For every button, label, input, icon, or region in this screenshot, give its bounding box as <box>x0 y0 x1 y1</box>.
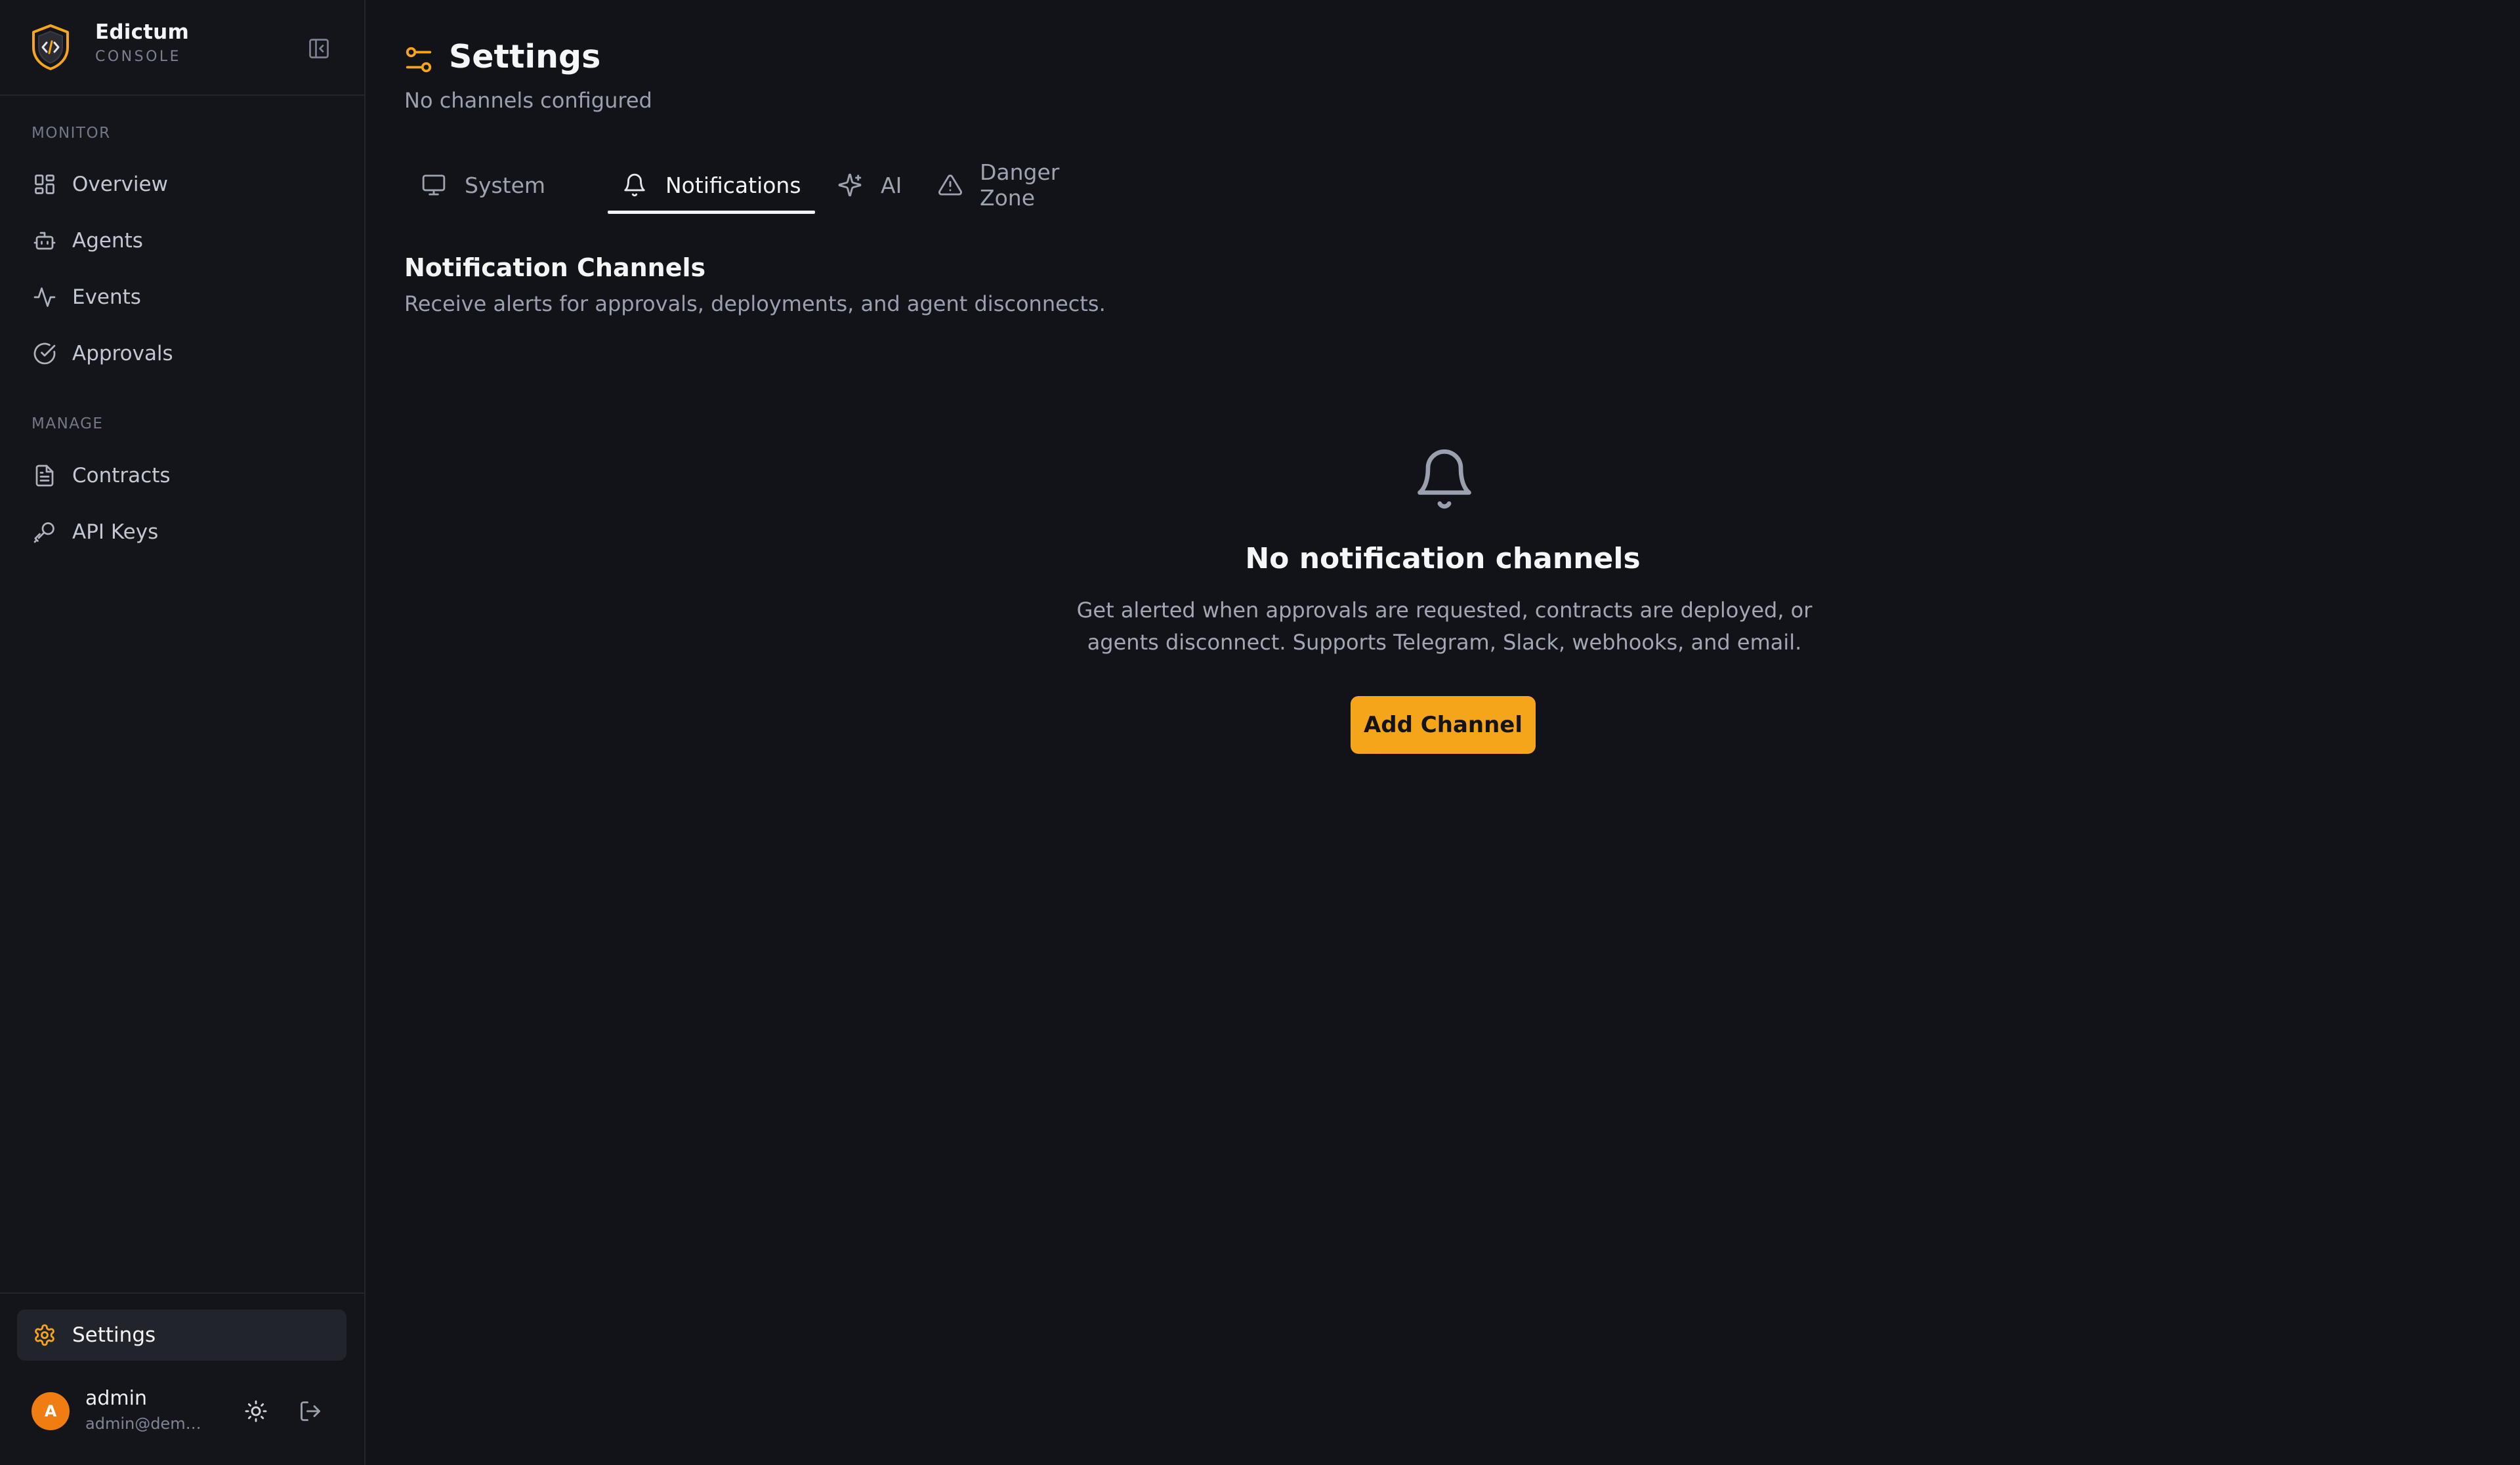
sidebar: Edictum CONSOLE MONITOR Overview Agents … <box>0 0 366 1465</box>
file-text-icon <box>32 463 58 489</box>
section-label-monitor: MONITOR <box>32 125 111 142</box>
sidebar-item-agents[interactable]: Agents <box>17 215 346 266</box>
sparkles-icon <box>836 171 864 199</box>
collapse-sidebar-button[interactable] <box>304 34 333 63</box>
main-content: Settings No channels configured System N… <box>366 0 2520 1465</box>
user-profile: A admin admin@demo.t... <box>0 1378 364 1443</box>
layout-grid-icon <box>32 171 58 197</box>
monitor-icon <box>420 171 448 199</box>
brand-subtitle: CONSOLE <box>95 49 182 65</box>
sidebar-item-overview[interactable]: Overview <box>17 159 346 210</box>
sun-icon <box>245 1400 267 1422</box>
app-root: Edictum CONSOLE MONITOR Overview Agents … <box>0 0 2520 1465</box>
avatar[interactable]: A <box>32 1392 70 1430</box>
warning-triangle-icon <box>938 171 963 199</box>
sidebar-item-label: Settings <box>72 1323 156 1347</box>
sidebar-item-contracts[interactable]: Contracts <box>17 450 346 501</box>
sliders-icon <box>406 47 432 73</box>
tab-label: Danger Zone <box>980 159 1060 211</box>
bell-icon <box>1418 449 1471 509</box>
empty-state-description: Get alerted when approvals are requested… <box>1076 598 1813 655</box>
gear-icon <box>32 1322 58 1348</box>
section-description: Receive alerts for approvals, deployment… <box>404 291 1106 316</box>
bell-icon <box>621 171 648 199</box>
page-subtitle: No channels configured <box>404 88 652 113</box>
brand-header: Edictum CONSOLE <box>0 0 364 96</box>
active-tab-indicator <box>608 211 815 214</box>
section-title: Notification Channels <box>404 253 706 282</box>
sidebar-item-label: Approvals <box>72 342 173 365</box>
logout-button[interactable] <box>295 1396 326 1426</box>
add-channel-button[interactable]: Add Channel <box>1351 696 1536 754</box>
panel-left-icon <box>309 39 329 58</box>
theme-toggle-button[interactable] <box>241 1396 271 1426</box>
check-circle-icon <box>32 340 58 367</box>
sidebar-item-label: Overview <box>72 173 168 196</box>
sidebar-item-settings[interactable]: Settings <box>17 1310 346 1361</box>
sidebar-item-label: API Keys <box>72 520 159 544</box>
tab-system[interactable]: System <box>420 157 545 213</box>
sidebar-item-label: Agents <box>72 229 143 253</box>
sidebar-item-label: Events <box>72 285 141 309</box>
activity-icon <box>32 284 58 310</box>
sidebar-item-api-keys[interactable]: API Keys <box>17 506 346 558</box>
tab-label: System <box>465 172 546 198</box>
tab-ai[interactable]: AI <box>836 157 902 213</box>
tab-label: AI <box>881 172 902 198</box>
shield-code-logo-icon <box>32 24 69 70</box>
brand-name: Edictum <box>95 20 189 44</box>
sidebar-item-events[interactable]: Events <box>17 272 346 323</box>
sidebar-divider <box>0 1292 364 1294</box>
tab-notifications[interactable]: Notifications <box>621 157 801 213</box>
bot-icon <box>32 228 58 254</box>
section-label-manage: MANAGE <box>32 415 104 432</box>
tab-label: Notifications <box>665 172 801 198</box>
empty-state-title: No notification channels <box>1245 542 1641 575</box>
page-title: Settings <box>449 38 601 75</box>
key-icon <box>32 519 58 545</box>
user-email: admin@demo.t... <box>85 1414 210 1433</box>
tab-danger-zone[interactable]: Danger Zone <box>938 157 1062 213</box>
sidebar-item-label: Contracts <box>72 464 171 487</box>
user-name: admin <box>85 1387 147 1410</box>
logout-icon <box>301 1401 320 1421</box>
sidebar-item-approvals[interactable]: Approvals <box>17 328 346 379</box>
